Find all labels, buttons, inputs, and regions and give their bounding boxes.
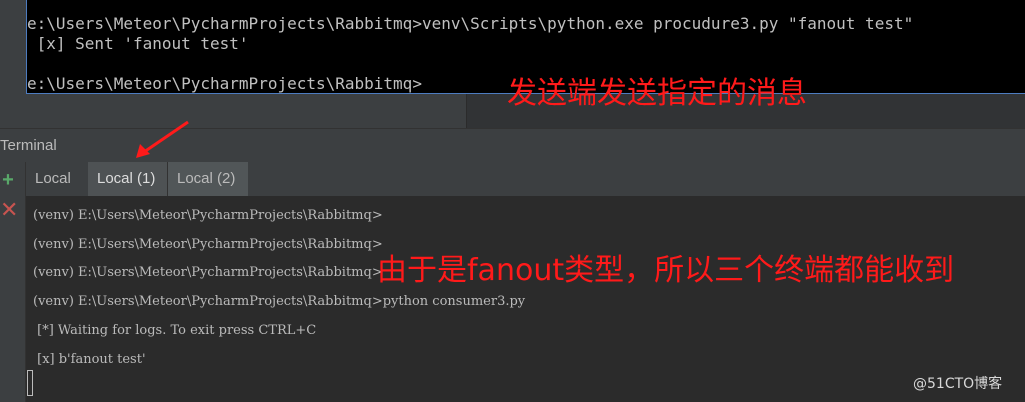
tab-local-1[interactable]: Local (1) <box>88 162 168 196</box>
plus-icon[interactable]: + <box>0 170 16 190</box>
terminal-line-6: [x] b'fanout test' <box>33 352 146 367</box>
sender-annotation: 发送端发送指定的消息 <box>507 76 807 111</box>
terminal-line-3: (venv) E:\Users\Meteor\PycharmProjects\R… <box>33 265 383 280</box>
terminal-line-5: [*] Waiting for logs. To exit press CTRL… <box>33 323 317 338</box>
annotation-arrow-icon <box>136 120 189 158</box>
terminal-line-1: (venv) E:\Users\Meteor\PycharmProjects\R… <box>33 208 383 223</box>
close-icon[interactable]: ✕ <box>0 199 18 221</box>
tab-local[interactable]: Local <box>26 162 80 196</box>
terminal-cursor <box>27 370 33 396</box>
watermark: @51CTO博客 <box>913 376 1003 392</box>
cmd-line-2: [x] Sent 'fanout test' <box>27 34 249 53</box>
terminal-line-4: (venv) E:\Users\Meteor\PycharmProjects\R… <box>33 294 526 309</box>
terminal-title: Terminal <box>0 137 57 154</box>
terminal-tabbar: Local Local (1) Local (2) <box>26 162 1025 197</box>
cmd-line-1: e:\Users\Meteor\PycharmProjects\Rabbitmq… <box>27 14 914 33</box>
tab-local-2[interactable]: Local (2) <box>168 162 248 196</box>
fanout-annotation: 由于是fanout类型，所以三个终端都能收到 <box>377 253 955 288</box>
terminal-line-2: (venv) E:\Users\Meteor\PycharmProjects\R… <box>33 237 383 252</box>
cmd-line-4: e:\Users\Meteor\PycharmProjects\Rabbitmq… <box>27 74 422 93</box>
